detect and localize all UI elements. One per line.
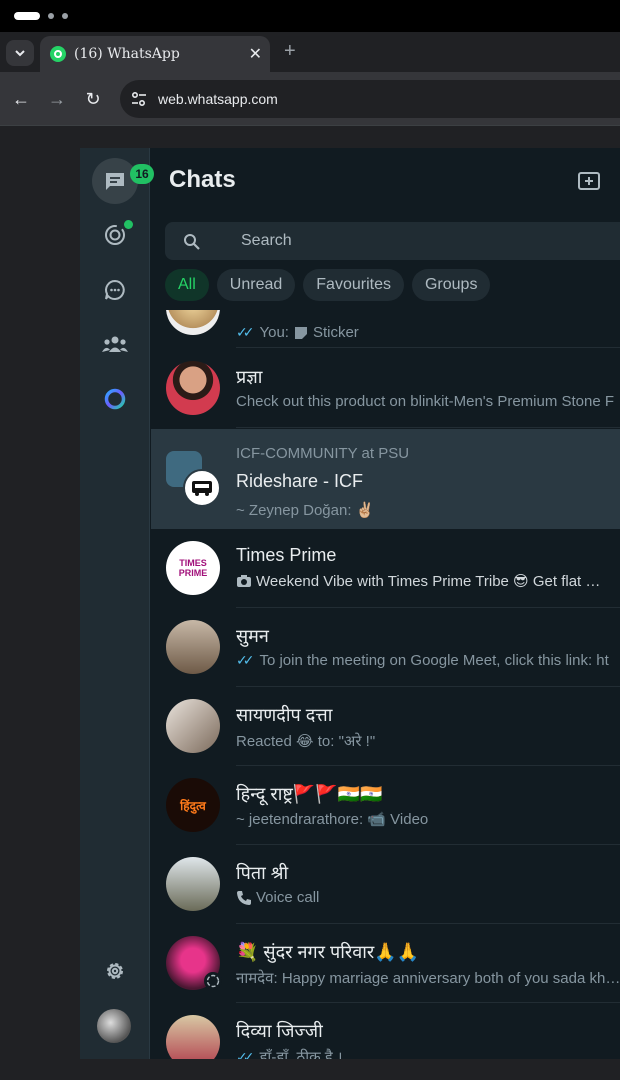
read-receipt-icon: ✓✓ — [236, 1048, 255, 1060]
chat-name: सायणदीप दत्ता — [236, 705, 333, 725]
address-bar[interactable]: web.whatsapp.com — [120, 80, 620, 118]
settings-nav-button[interactable] — [92, 948, 138, 994]
chat-list: ✓✓ You: Sticker प्रज्ञा Check out this p… — [151, 310, 620, 1059]
chat-name: 💐 सुंदर नगर परिवार🙏🙏 — [236, 942, 420, 962]
forward-button[interactable]: → — [44, 86, 70, 112]
new-tab-button[interactable]: + — [284, 40, 296, 63]
meta-ai-icon — [104, 388, 126, 410]
profile-avatar[interactable] — [97, 1009, 131, 1043]
browser-toolbar: ← → ↻ web.whatsapp.com — [0, 72, 620, 126]
url-text: web.whatsapp.com — [158, 91, 278, 107]
bus-icon — [192, 481, 212, 496]
sticker-icon — [294, 326, 307, 339]
site-settings-icon[interactable] — [130, 90, 148, 108]
back-button[interactable]: ← — [8, 86, 34, 112]
meta-ai-button[interactable] — [92, 376, 138, 422]
list-item[interactable]: 💐 सुंदर नगर परिवार🙏🙏 नामदेव: Happy marri… — [151, 924, 620, 1003]
filter-unread[interactable]: Unread — [216, 269, 296, 301]
search-input[interactable] — [241, 230, 601, 252]
chat-preview: ~ jeetendrarathore: 📹 Video — [236, 811, 429, 828]
page-title: Chats — [169, 166, 236, 193]
contact-avatar — [166, 310, 220, 335]
list-item[interactable]: TIMES PRIME Times Prime Weekend Vibe wit… — [151, 529, 620, 608]
chat-list-panel: Chats All Unread Favourites Groups ✓ — [151, 148, 620, 1059]
phone-icon — [237, 890, 251, 905]
list-item[interactable]: प्रज्ञा Check out this product on blinki… — [151, 349, 620, 428]
status-nav-button[interactable] — [92, 212, 138, 258]
chat-name: हिन्दू राष्ट्र🚩🚩🇮🇳🇮🇳 — [236, 784, 383, 804]
group-avatar — [183, 469, 221, 507]
communities-nav-button[interactable] — [92, 322, 138, 368]
page-indicator — [62, 13, 68, 19]
chat-preview: Voice call — [236, 889, 319, 906]
read-receipt-icon: ✓✓ — [236, 652, 255, 668]
chat-preview: ✓✓ To join the meeting on Google Meet, c… — [236, 652, 609, 669]
active-page-indicator — [14, 12, 40, 20]
list-item[interactable]: पिता श्री Voice call — [151, 845, 620, 924]
contact-avatar — [166, 699, 220, 753]
list-item[interactable]: ICF-COMMUNITY at PSU Rideshare - ICF ~ Z… — [151, 429, 620, 529]
whatsapp-tab[interactable]: (16) WhatsApp ✕ — [40, 36, 270, 72]
chat-preview: ✓✓ हाँ-हाँ, ठीक है । — [236, 1047, 343, 1060]
camera-icon — [237, 575, 251, 587]
list-item[interactable]: ✓✓ You: Sticker — [151, 310, 620, 348]
contact-avatar — [166, 857, 220, 911]
chat-preview: Weekend Vibe with Times Prime Tribe 😎 Ge… — [236, 572, 600, 590]
navigation-rail: 16 — [80, 148, 154, 1059]
tab-strip: (16) WhatsApp ✕ + — [0, 32, 620, 72]
channels-icon — [105, 279, 125, 300]
settings-icon — [107, 963, 123, 979]
read-receipt-icon: ✓✓ — [236, 324, 255, 340]
list-item[interactable]: सायणदीप दत्ता Reacted 😂 to: "अरे !" — [151, 687, 620, 766]
chat-preview: ~ Zeynep Doğan: ✌🏼 — [236, 502, 375, 519]
filter-favourites[interactable]: Favourites — [303, 269, 404, 301]
chat-name: सुमन — [236, 626, 269, 646]
chat-name: प्रज्ञा — [236, 367, 263, 387]
contact-avatar — [166, 620, 220, 674]
chats-nav-button[interactable]: 16 — [92, 158, 154, 204]
contact-avatar: TIMES PRIME — [166, 541, 220, 595]
chat-preview: Reacted 😂 to: "अरे !" — [236, 733, 376, 750]
list-item[interactable]: हिंदुत्व हिन्दू राष्ट्र🚩🚩🇮🇳🇮🇳 ~ jeetendr… — [151, 766, 620, 845]
whatsapp-app: 16 Chats Search All Unread Favourites Gr… — [80, 148, 620, 1059]
close-tab-button[interactable]: ✕ — [249, 44, 262, 64]
tab-title: (16) WhatsApp — [74, 46, 180, 62]
list-item[interactable]: दिव्या जिज्जी ✓✓ हाँ-हाँ, ठीक है । — [151, 1003, 620, 1059]
search-bar — [165, 222, 620, 260]
contact-avatar — [166, 1015, 220, 1059]
community-name: ICF-COMMUNITY at PSU — [236, 445, 410, 462]
chevron-down-icon — [15, 50, 25, 57]
chat-preview: Check out this product on blinkit-Men's … — [236, 393, 615, 410]
chat-name: पिता श्री — [236, 863, 289, 883]
list-item[interactable]: सुमन ✓✓ To join the meeting on Google Me… — [151, 608, 620, 687]
new-status-dot — [124, 220, 133, 229]
communities-icon — [102, 336, 128, 352]
whatsapp-logo-icon — [50, 46, 66, 62]
new-chat-icon[interactable] — [577, 170, 601, 192]
search-icon — [184, 234, 200, 250]
channels-nav-button[interactable] — [92, 267, 138, 313]
chat-name: दिव्या जिज्जी — [236, 1021, 323, 1041]
filter-all[interactable]: All — [165, 269, 209, 301]
window-dots — [14, 12, 68, 20]
chat-name: Rideshare - ICF — [236, 471, 364, 491]
reload-button[interactable]: ↻ — [80, 86, 106, 112]
contact-avatar — [166, 361, 220, 415]
system-status-bar — [0, 0, 620, 32]
chat-name: Times Prime — [236, 545, 337, 565]
contact-avatar: हिंदुत्व — [166, 778, 220, 832]
tab-search-button[interactable] — [6, 40, 34, 66]
filter-chips: All Unread Favourites Groups — [165, 269, 491, 301]
page-indicator — [48, 13, 54, 19]
filter-groups[interactable]: Groups — [411, 269, 491, 301]
chats-icon — [106, 173, 124, 190]
chat-preview: ✓✓ You: Sticker — [236, 324, 359, 341]
community-status-icon — [204, 972, 222, 990]
status-icon — [105, 225, 125, 245]
chat-preview: नामदेव: Happy marriage anniversary both … — [236, 970, 620, 987]
